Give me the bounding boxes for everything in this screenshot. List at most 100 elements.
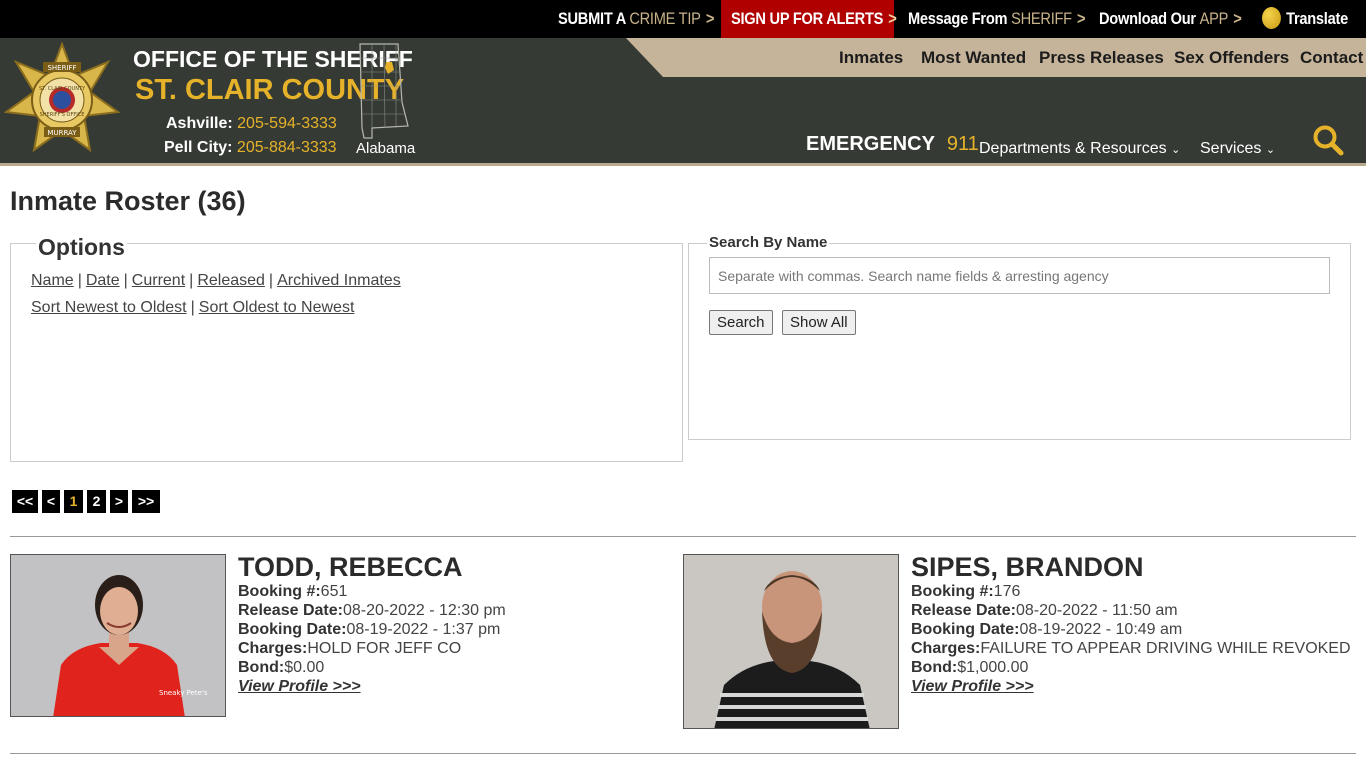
phone-ashville-number[interactable]: 205-594-3333 <box>237 115 337 132</box>
page-next-button[interactable]: > <box>110 490 128 513</box>
page-1-button[interactable]: 1 <box>64 490 83 513</box>
page-last-button[interactable]: >> <box>132 490 160 513</box>
filter-released-link[interactable]: Released <box>197 272 265 289</box>
booking-value: 651 <box>320 583 348 600</box>
separator: | <box>77 272 82 289</box>
search-button[interactable]: Search <box>709 310 773 335</box>
search-legend: Search By Name <box>707 234 830 251</box>
state-label: Alabama <box>356 140 416 157</box>
charges-label: Charges: <box>238 640 308 657</box>
release-date: Release Date:08-20-2022 - 12:30 pm <box>238 602 506 620</box>
download-app-link[interactable]: Download Our APP > <box>1099 0 1242 38</box>
site-header: Inmates Most Wanted Press Releases Sex O… <box>0 38 1366 166</box>
chevron-down-icon: ⌄ <box>1265 144 1276 156</box>
inmate-photo[interactable]: Sneaky Pete's <box>10 554 226 717</box>
release-value: 08-20-2022 - 11:50 am <box>1015 602 1178 619</box>
booking-number: Booking #:176 <box>911 583 1020 601</box>
booking-number: Booking #:651 <box>238 583 347 601</box>
divider <box>10 536 1356 537</box>
departments-label: Departments & Resources <box>979 140 1167 157</box>
nav-most-wanted[interactable]: Most Wanted <box>921 38 1026 77</box>
sign-up-alerts-link[interactable]: SIGN UP FOR ALERTS > <box>731 0 897 38</box>
page-first-button[interactable]: << <box>12 490 38 513</box>
release-label: Release Date: <box>911 602 1016 619</box>
shirt-logo-text: Sneaky Pete's <box>159 689 208 697</box>
booking-label: Booking #: <box>238 583 321 600</box>
top-utility-bar: SUBMIT A CRIME TIP > SIGN UP FOR ALERTS > … <box>0 0 1366 38</box>
badge-bottom-text: MURRAY <box>47 129 77 137</box>
crime-tip-link[interactable]: SUBMIT A CRIME TIP > <box>558 0 714 38</box>
nav-inmates[interactable]: Inmates <box>839 38 903 77</box>
charges-value: HOLD FOR JEFF CO <box>307 640 462 657</box>
filter-name-link[interactable]: Name <box>31 272 74 289</box>
crime-tip-accent: CRIME TIP <box>629 9 701 28</box>
filter-archived-link[interactable]: Archived Inmates <box>277 272 401 289</box>
separator: | <box>123 272 128 289</box>
chevron-right-icon: > <box>1233 9 1242 28</box>
sort-oldest-link[interactable]: Sort Oldest to Newest <box>199 299 355 316</box>
release-date: Release Date:08-20-2022 - 11:50 am <box>911 602 1178 620</box>
nav-contact[interactable]: Contact <box>1300 38 1363 77</box>
separator: | <box>190 299 195 316</box>
page-2-button[interactable]: 2 <box>87 490 106 513</box>
options-legend: Options <box>36 234 127 261</box>
phone-pell-city-number[interactable]: 205-884-3333 <box>237 139 337 156</box>
search-input[interactable] <box>709 257 1330 294</box>
bond-label: Bond: <box>911 659 958 676</box>
release-value: 08-20-2022 - 12:30 pm <box>342 602 506 619</box>
app-accent: APP <box>1199 9 1229 28</box>
release-label: Release Date: <box>238 602 343 619</box>
sort-links: Sort Newest to Oldest | Sort Oldest to New… <box>31 299 354 317</box>
sort-newest-link[interactable]: Sort Newest to Oldest <box>31 299 187 316</box>
separator: | <box>268 272 274 289</box>
filter-date-link[interactable]: Date <box>86 272 120 289</box>
departments-dropdown[interactable]: Departments & Resources ⌄ <box>979 140 1180 158</box>
divider <box>10 753 1356 754</box>
charges: Charges:HOLD FOR JEFF CO <box>238 640 461 658</box>
emergency-number[interactable]: 911 <box>947 133 979 155</box>
booking-value: 176 <box>993 583 1021 600</box>
inmate-name: SIPES, BRANDON <box>911 552 1144 582</box>
badge-office-text: SHERIFF'S OFFICE <box>40 112 85 118</box>
alerts-label: SIGN UP FOR ALERTS <box>731 9 884 28</box>
page-title: Inmate Roster (36) <box>10 186 246 216</box>
bond-value: $1,000.00 <box>957 659 1029 676</box>
page-prev-button[interactable]: < <box>42 490 60 513</box>
nav-sex-offenders[interactable]: Sex Offenders <box>1174 38 1289 77</box>
filter-links: Name | Date | Current | Released | Archived Inma… <box>31 272 401 290</box>
nav-press-releases[interactable]: Press Releases <box>1039 38 1164 77</box>
show-all-button[interactable]: Show All <box>782 310 856 335</box>
chevron-right-icon: > <box>705 9 715 28</box>
phone-ashville-label: Ashville: <box>166 115 233 132</box>
booking-label: Booking #: <box>911 583 994 600</box>
bond: Bond:$0.00 <box>238 659 324 677</box>
app-prefix: Download Our <box>1099 9 1196 28</box>
services-label: Services <box>1200 140 1262 157</box>
emergency-line: EMERGENCY 911 <box>806 133 979 156</box>
inmate-photo[interactable] <box>683 554 899 729</box>
booking-date: Booking Date:08-19-2022 - 1:37 pm <box>238 621 500 639</box>
bond: Bond:$1,000.00 <box>911 659 1028 677</box>
translate-link[interactable]: Translate <box>1262 0 1348 38</box>
translate-label: Translate <box>1286 9 1348 28</box>
search-icon[interactable] <box>1312 124 1344 156</box>
sheriff-badge-logo[interactable]: SHERIFF ST. CLAIR COUNTY SHERIFF'S OFFIC… <box>4 42 120 156</box>
view-profile-link[interactable]: View Profile >>> <box>238 678 361 696</box>
booking-date-label: Booking Date: <box>911 621 1020 638</box>
view-profile-link[interactable]: View Profile >>> <box>911 678 1034 696</box>
chevron-down-icon: ⌄ <box>1171 144 1181 156</box>
services-dropdown[interactable]: Services ⌄ <box>1200 140 1275 158</box>
globe-icon <box>1262 6 1281 29</box>
inmate-name: TODD, REBECCA <box>238 552 463 582</box>
message-from-sheriff-link[interactable]: Message From SHERIFF > <box>908 0 1086 38</box>
booking-date-value: 08-19-2022 - 10:49 am <box>1019 621 1183 638</box>
charges-label: Charges: <box>911 640 981 657</box>
booking-date: Booking Date:08-19-2022 - 10:49 am <box>911 621 1182 639</box>
phone-ashville: Ashville: 205-594-3333 <box>166 115 337 133</box>
emergency-label: EMERGENCY <box>806 133 935 155</box>
bond-value: $0.00 <box>284 659 325 676</box>
separator: | <box>189 272 194 289</box>
phone-pell-city: Pell City: 205-884-3333 <box>164 139 337 157</box>
filter-current-link[interactable]: Current <box>132 272 185 289</box>
message-prefix: Message From <box>908 9 1008 28</box>
